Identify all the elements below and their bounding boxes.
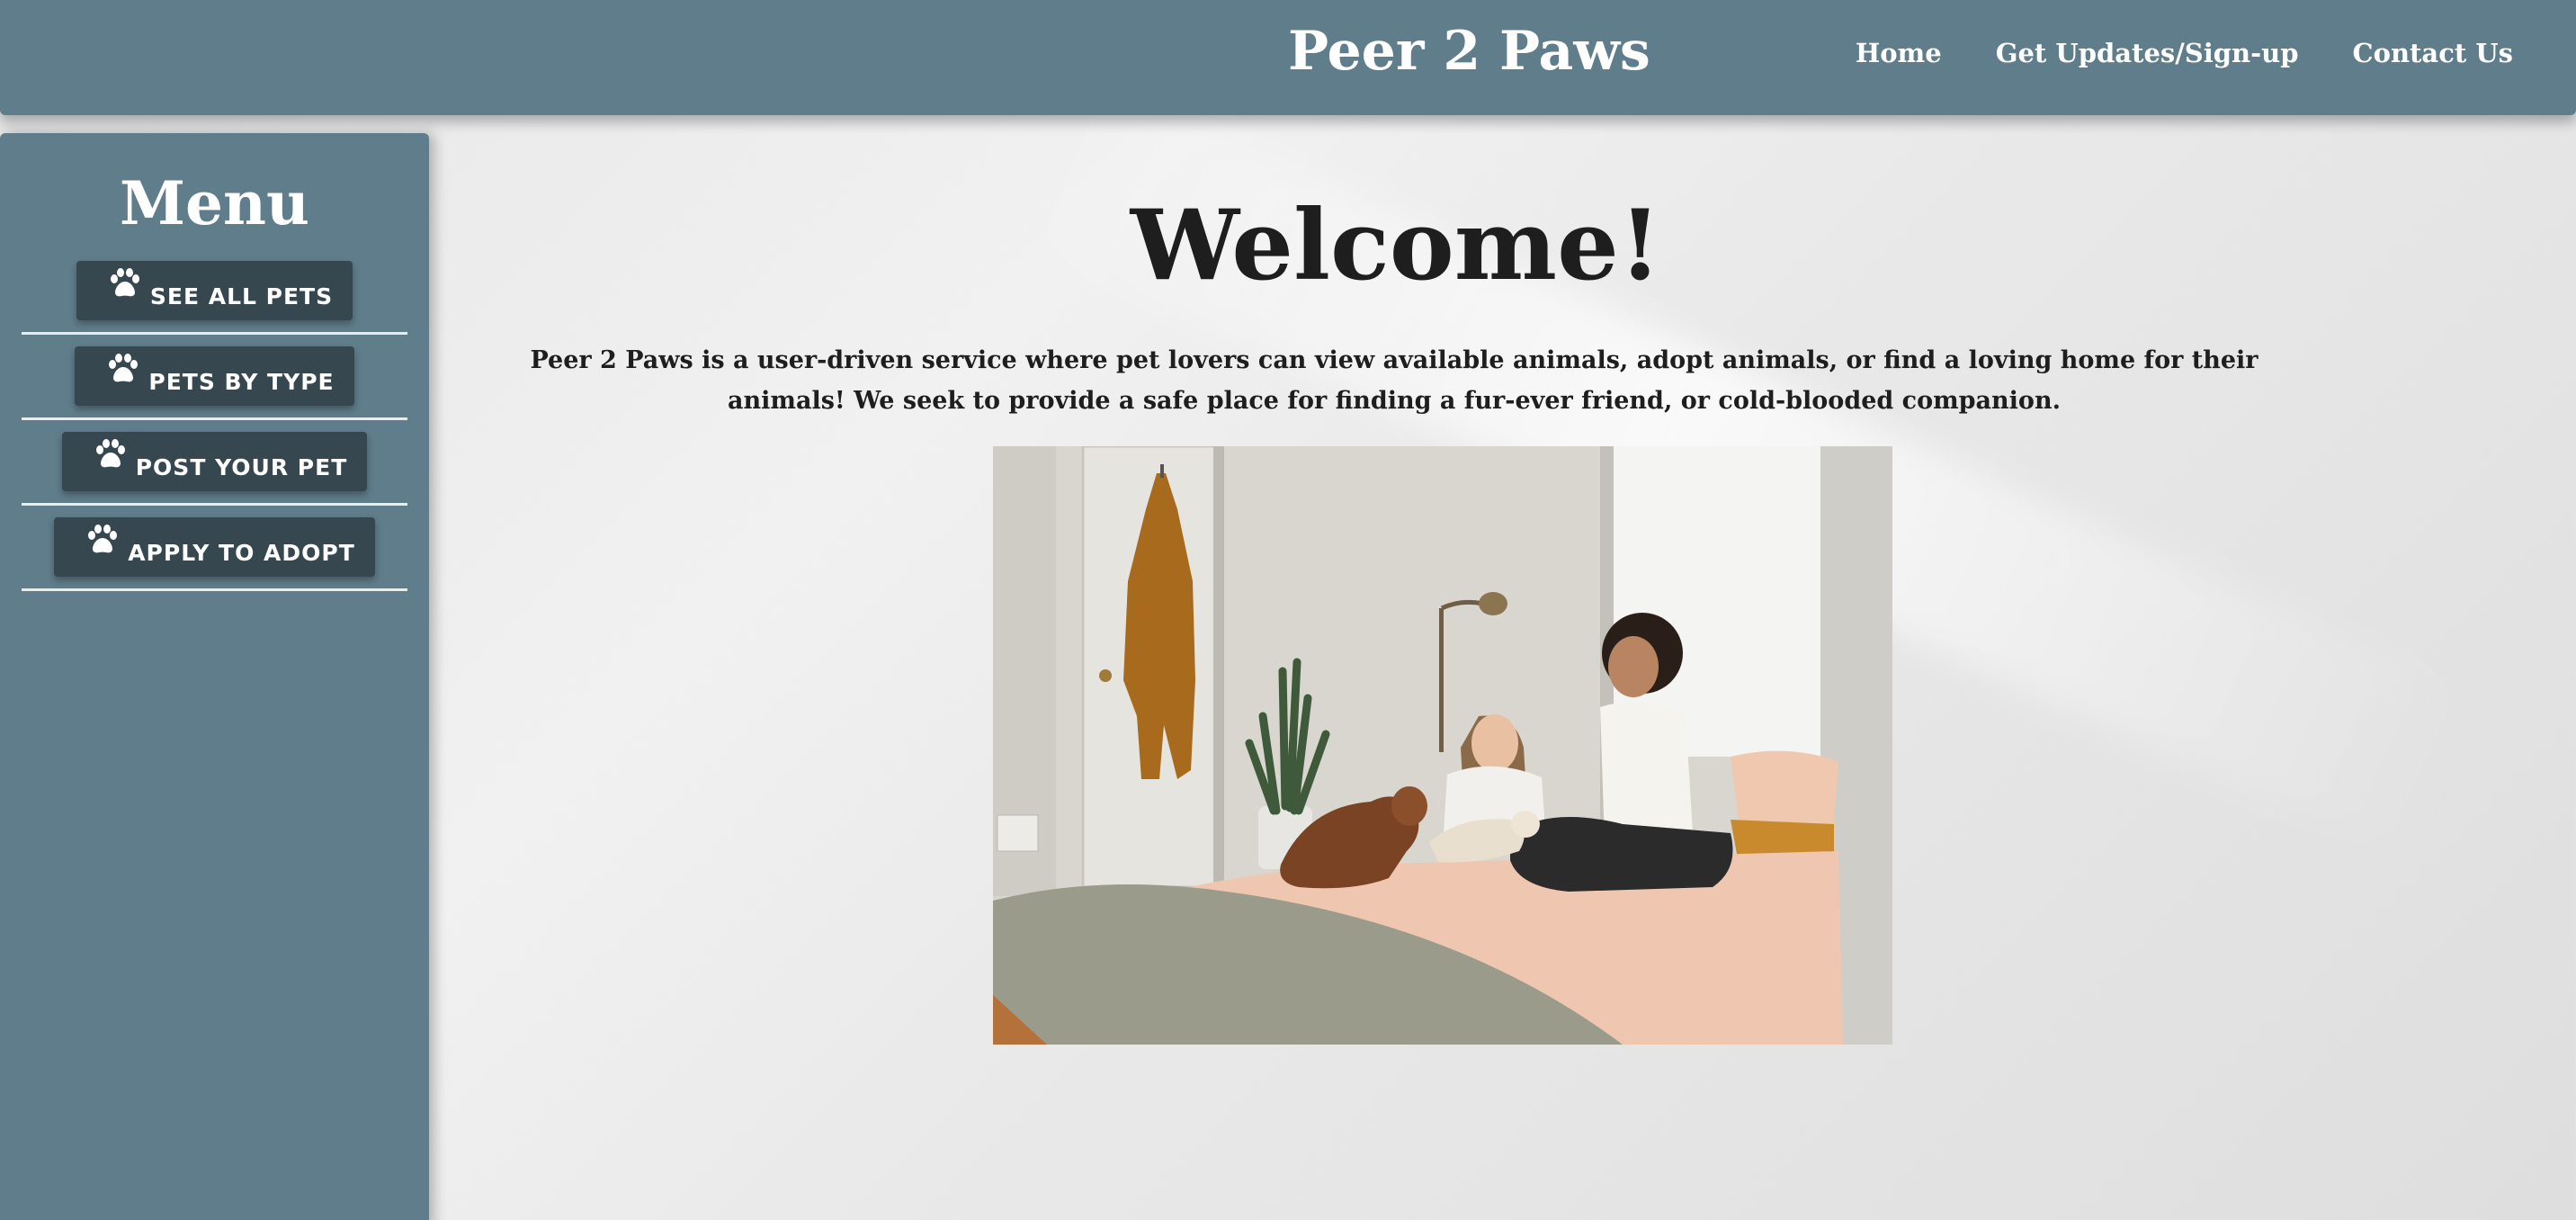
apply-to-adopt-button[interactable]: APPLY TO ADOPT bbox=[54, 516, 375, 577]
nav-home-link[interactable]: Home bbox=[1856, 38, 1942, 68]
intro-paragraph: Peer 2 Paws is a user-driven service whe… bbox=[530, 346, 2258, 415]
paw-icon bbox=[88, 524, 118, 552]
menu-row: POST YOUR PET bbox=[22, 420, 407, 506]
post-your-pet-label: POST YOUR PET bbox=[135, 453, 348, 480]
menu-row: SEE ALL PETS bbox=[22, 249, 407, 335]
see-all-pets-button[interactable]: SEE ALL PETS bbox=[76, 260, 353, 320]
nav-contact-link[interactable]: Contact Us bbox=[2353, 38, 2513, 68]
photo-illustration bbox=[993, 446, 1892, 1045]
paw-icon bbox=[95, 438, 125, 467]
menu-title: Menu bbox=[119, 168, 310, 238]
paw-icon bbox=[109, 353, 139, 381]
paw-icon bbox=[110, 267, 139, 296]
top-nav: Home Get Updates/Sign-up Contact Us bbox=[1856, 38, 2513, 68]
nav-updates-signup-link[interactable]: Get Updates/Sign-up bbox=[1996, 38, 2299, 68]
menu-row: PETS BY TYPE bbox=[22, 335, 407, 420]
menu-list: SEE ALL PETS PETS BY TYPE POST YOUR PET … bbox=[0, 249, 429, 591]
pets-by-type-button[interactable]: PETS BY TYPE bbox=[75, 345, 354, 406]
pets-by-type-label: PETS BY TYPE bbox=[148, 368, 335, 395]
top-bar: Peer 2 Paws Home Get Updates/Sign-up Con… bbox=[0, 0, 2576, 115]
hero-photo bbox=[993, 446, 1892, 1045]
apply-to-adopt-label: APPLY TO ADOPT bbox=[128, 539, 355, 566]
sidebar-menu: Menu SEE ALL PETS PETS BY TYPE POST YOUR… bbox=[0, 133, 429, 1220]
see-all-pets-label: SEE ALL PETS bbox=[149, 283, 334, 309]
menu-row: APPLY TO ADOPT bbox=[22, 506, 407, 591]
site-title: Peer 2 Paws bbox=[1288, 20, 1650, 83]
welcome-heading: Welcome! bbox=[1130, 189, 1662, 302]
post-your-pet-button[interactable]: POST YOUR PET bbox=[61, 431, 368, 491]
